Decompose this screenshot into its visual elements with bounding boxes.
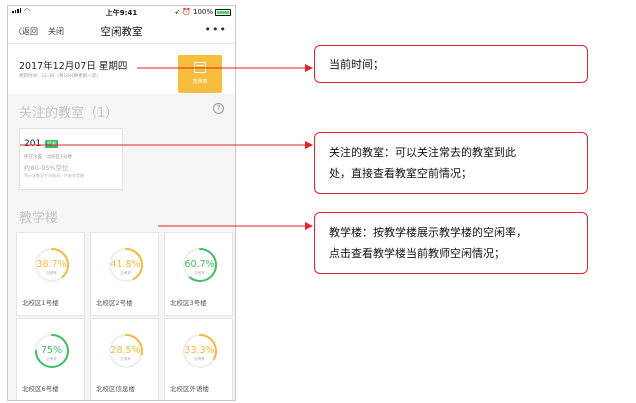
callout-current-time: 当前时间； <box>314 45 588 83</box>
callout-favorites: 关注的教室：可以关注常去的教室到此 处，直接查看教室空前情况； <box>314 132 588 194</box>
callout-line: 教学楼：按教学楼展示教学楼的空闲率， <box>329 226 527 239</box>
callout-line: 点击查看教学楼当前教师空闲情况； <box>329 247 505 260</box>
callout-buildings: 教学楼：按教学楼展示教学楼的空闲率， 点击查看教学楼当前教师空闲情况； <box>314 212 588 274</box>
callout-line: 关注的教室：可以关注常去的教室到此 <box>329 146 516 159</box>
callout-line: 处，直接查看教室空前情况； <box>329 167 472 180</box>
callout-line: 当前时间； <box>329 58 384 71</box>
